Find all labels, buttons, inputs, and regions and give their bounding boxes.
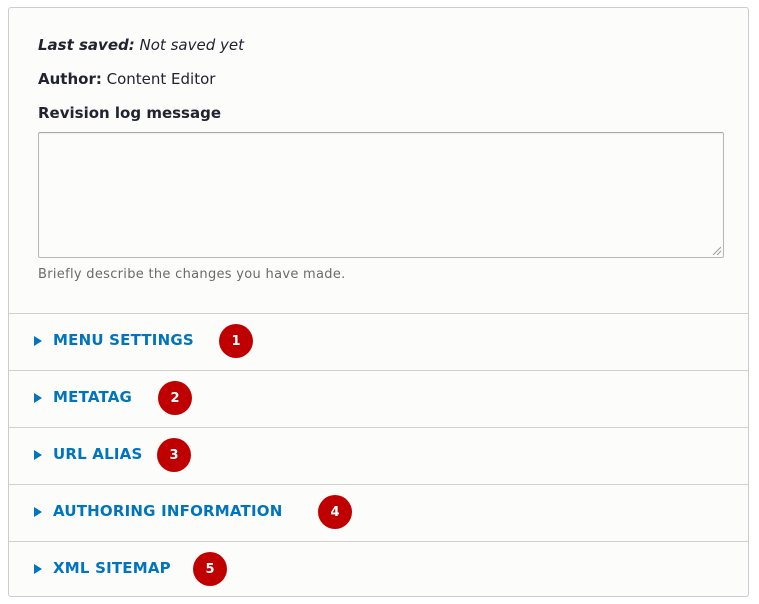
triangle-right-icon — [34, 336, 42, 346]
revision-panel: Last saved: Not saved yet Author: Conten… — [8, 7, 749, 597]
section-url-alias[interactable]: URL ALIAS 3 — [9, 427, 748, 484]
triangle-right-icon — [34, 393, 42, 403]
details-sections: MENU SETTINGS 1 METATAG 2 URL ALIAS 3 AU… — [9, 313, 748, 598]
last-saved-line: Last saved: Not saved yet — [38, 36, 244, 54]
revision-log-description: Briefly describe the changes you have ma… — [38, 267, 346, 282]
revision-log-textarea[interactable] — [38, 132, 724, 258]
last-saved-label: Last saved: — [38, 36, 135, 54]
section-authoring-information[interactable]: AUTHORING INFORMATION 4 — [9, 484, 748, 541]
revision-log-label: Revision log message — [38, 104, 222, 122]
resize-handle-icon[interactable] — [711, 245, 721, 255]
step-badge: 5 — [193, 552, 227, 586]
last-saved-value: Not saved yet — [139, 36, 244, 54]
section-label[interactable]: XML SITEMAP — [53, 559, 171, 577]
step-badge: 2 — [158, 381, 192, 415]
section-metatag[interactable]: METATAG 2 — [9, 370, 748, 427]
triangle-right-icon — [34, 564, 42, 574]
author-value: Content Editor — [106, 70, 216, 88]
step-badge: 4 — [318, 495, 352, 529]
step-badge: 1 — [219, 324, 253, 358]
section-label[interactable]: AUTHORING INFORMATION — [53, 502, 282, 520]
author-label: Author: — [38, 70, 102, 88]
triangle-right-icon — [34, 450, 42, 460]
section-label[interactable]: MENU SETTINGS — [53, 331, 194, 349]
step-badge: 3 — [157, 438, 191, 472]
section-menu-settings[interactable]: MENU SETTINGS 1 — [9, 313, 748, 370]
triangle-right-icon — [34, 507, 42, 517]
section-label[interactable]: URL ALIAS — [53, 445, 142, 463]
section-xml-sitemap[interactable]: XML SITEMAP 5 — [9, 541, 748, 598]
author-line: Author: Content Editor — [38, 70, 215, 88]
section-label[interactable]: METATAG — [53, 388, 132, 406]
